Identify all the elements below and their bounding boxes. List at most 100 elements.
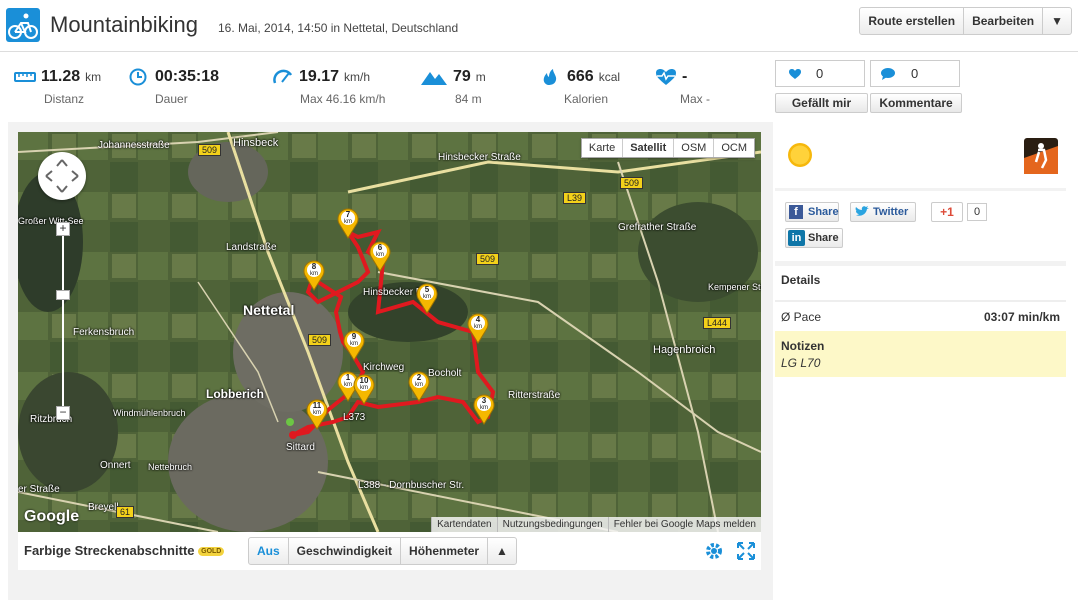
map-type-karte[interactable]: Karte <box>582 139 624 157</box>
map-type-osm[interactable]: OSM <box>674 139 715 157</box>
road-number-badge: 509 <box>198 144 222 156</box>
segment-options: Aus Geschwindigkeit Höhenmeter ▲ <box>248 537 517 565</box>
zoom-handle[interactable] <box>56 290 70 300</box>
map-place-label: Hinsbecker Straße <box>438 152 521 163</box>
right-sidebar: f Share Twitter +1 0 in Share Details Ø … <box>775 128 1066 600</box>
road-number-badge: 509 <box>476 253 500 265</box>
km-marker-pin[interactable]: 6 km <box>368 240 392 272</box>
map-place-label: Nettebruch <box>148 462 193 472</box>
facebook-share-button[interactable]: f Share <box>785 202 839 222</box>
comments-button[interactable]: Kommentare <box>870 93 962 113</box>
km-marker-pin[interactable]: 9 km <box>342 329 366 361</box>
map-place-label: Ritterstraße <box>508 390 561 401</box>
zoom-slider[interactable]: + − <box>56 222 70 420</box>
map-place-label: Ferkensbruch <box>73 327 135 338</box>
km-marker-number: 2 <box>416 373 422 382</box>
map-place-label: Johannesstraße <box>98 140 170 151</box>
stat-distance-label: Distanz <box>44 92 85 106</box>
stat-calories: 666 kcal Kalorien <box>540 68 620 106</box>
zoom-in-button[interactable]: + <box>56 222 70 236</box>
terms-link[interactable]: Nutzungsbedingungen <box>496 517 608 532</box>
edit-button[interactable]: Bearbeiten <box>964 8 1044 34</box>
km-marker-number: 9 <box>351 332 357 341</box>
heart-icon <box>789 69 801 79</box>
mountain-icon <box>421 72 447 85</box>
km-marker-number: 10 <box>359 376 369 385</box>
stat-heartrate-label: Max - <box>680 92 710 106</box>
fullscreen-icon[interactable] <box>736 541 756 561</box>
twitter-bird-icon <box>855 206 869 216</box>
report-error-link[interactable]: Fehler bei Google Maps melden <box>607 517 761 532</box>
gplus-label: +1 <box>940 205 954 219</box>
map-place-label: Sittard <box>286 442 315 453</box>
km-marker-pin[interactable]: 11 km <box>305 398 329 430</box>
map-place-label: Breyell <box>88 502 119 513</box>
pace-value: 03:07 min/km <box>983 310 1060 324</box>
km-marker-number: 6 <box>377 243 383 252</box>
like-button[interactable]: Gefällt mir <box>775 93 868 113</box>
segment-toggle-button[interactable]: ▲ <box>488 538 516 564</box>
segment-speed-button[interactable]: Geschwindigkeit <box>289 538 402 564</box>
create-route-button[interactable]: Route erstellen <box>860 8 965 34</box>
km-marker-pin[interactable]: 4 km <box>466 312 490 344</box>
details-box: Details Ø Pace 03:07 min/km Notizen LG L… <box>775 266 1066 600</box>
km-marker-number: 3 <box>481 396 487 405</box>
speech-bubble-icon <box>881 68 895 80</box>
linkedin-share-button[interactable]: in Share <box>785 228 843 248</box>
km-marker-unit: km <box>415 382 423 388</box>
km-marker-pin[interactable]: 2 km <box>407 370 431 402</box>
stat-calories-unit: kcal <box>598 70 621 84</box>
details-heading: Details <box>781 273 821 287</box>
stat-duration: 00:35:18 Dauer <box>128 68 219 106</box>
map-type-satellit[interactable]: Satellit <box>623 139 675 157</box>
mountainbike-sport-icon <box>6 8 40 42</box>
comments-count: 0 <box>911 66 919 81</box>
clock-icon <box>129 68 147 86</box>
km-marker-unit: km <box>350 341 358 347</box>
map-data-link[interactable]: Kartendaten <box>431 517 497 532</box>
map-place-label: Hinsbeck <box>233 137 279 149</box>
segment-off-button[interactable]: Aus <box>249 538 289 564</box>
more-menu-button[interactable]: ▼ <box>1043 8 1071 34</box>
stat-duration-value: 00:35:18 <box>155 68 220 85</box>
map-pan-control[interactable] <box>38 152 86 200</box>
route-end-marker <box>289 431 297 439</box>
stat-heartrate-value: - <box>682 68 688 85</box>
km-marker-pin[interactable]: 10 km <box>352 373 376 405</box>
stat-distance-unit: km <box>85 70 102 84</box>
stat-calories-label: Kalorien <box>564 92 609 106</box>
map-place-label: Großer Witt-See <box>18 216 84 226</box>
likes-counter: 0 <box>775 60 865 87</box>
facebook-icon: f <box>789 205 803 219</box>
ruler-icon <box>14 72 36 82</box>
map-place-label: L388 - Dornbuscher Str. <box>358 480 465 491</box>
road-number-badge: 509 <box>620 177 644 189</box>
stat-elevation: 79 m 84 m <box>420 68 486 106</box>
km-marker-unit: km <box>344 219 352 225</box>
speedometer-icon <box>273 69 293 84</box>
km-marker-pin[interactable]: 7 km <box>336 207 360 239</box>
km-marker-pin[interactable]: 3 km <box>472 393 496 425</box>
pace-label: Ø Pace <box>781 310 822 324</box>
stat-speed-label: Max 46.16 km/h <box>300 92 386 106</box>
map-place-label: Bocholt <box>428 368 462 379</box>
gplus-button[interactable]: +1 <box>931 202 963 222</box>
page-title: Mountainbiking <box>50 12 198 37</box>
segment-title-text: Farbige Streckenabschnitte <box>24 543 195 558</box>
km-marker-pin[interactable]: 5 km <box>415 282 439 314</box>
stat-elevation-label: 84 m <box>455 92 482 106</box>
weather-box <box>775 128 1066 188</box>
zoom-out-button[interactable]: − <box>56 406 70 420</box>
settings-gear-icon[interactable] <box>704 541 724 561</box>
route-start-marker <box>286 418 294 426</box>
map-type-ocm[interactable]: OCM <box>714 139 754 157</box>
twitter-share-label: Twitter <box>873 206 909 218</box>
twitter-share-button[interactable]: Twitter <box>850 202 916 222</box>
route-map[interactable]: Nettetal Lobberich Hinsbeck Hagenbroich Ferk… <box>18 132 761 532</box>
segment-elevation-button[interactable]: Höhenmeter <box>401 538 489 564</box>
stat-distance: 11.28 km Distanz <box>14 68 101 106</box>
segment-title: Farbige Streckenabschnitte GOLD <box>24 543 225 558</box>
stat-speed: 19.17 km/h Max 46.16 km/h <box>272 68 385 106</box>
km-marker-pin[interactable]: 8 km <box>302 259 326 291</box>
km-marker-number: 8 <box>311 262 317 271</box>
